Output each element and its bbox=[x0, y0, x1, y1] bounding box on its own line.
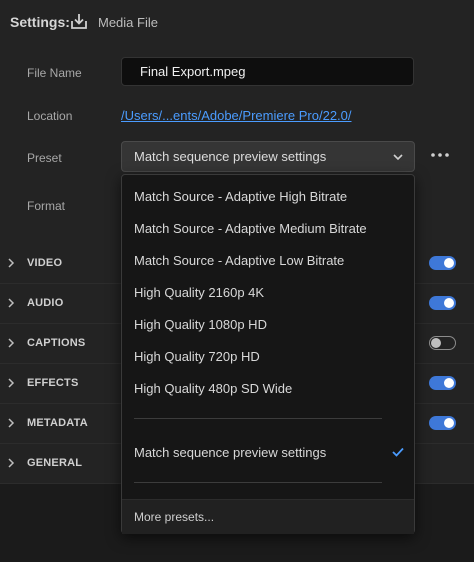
audio-toggle[interactable] bbox=[429, 296, 456, 310]
menu-item[interactable]: High Quality 480p SD Wide bbox=[134, 381, 292, 396]
menu-item[interactable]: Match Source - Adaptive High Bitrate bbox=[134, 189, 347, 204]
settings-label: Settings: bbox=[10, 14, 70, 30]
preset-dropdown-menu: Match Source - Adaptive High Bitrate Mat… bbox=[121, 174, 415, 534]
chevron-right-icon bbox=[8, 418, 15, 428]
checkmark-icon bbox=[392, 447, 404, 457]
menu-separator bbox=[134, 418, 382, 419]
file-name-field[interactable]: Final Export.mpeg bbox=[121, 57, 414, 86]
location-label: Location bbox=[27, 109, 73, 123]
effects-toggle[interactable] bbox=[429, 376, 456, 390]
section-label: VIDEO bbox=[27, 257, 63, 269]
chevron-right-icon bbox=[8, 458, 15, 468]
menu-item[interactable]: High Quality 720p HD bbox=[134, 349, 260, 364]
more-presets-row[interactable]: More presets... bbox=[122, 499, 414, 534]
metadata-toggle[interactable] bbox=[429, 416, 456, 430]
toggle-knob bbox=[444, 418, 454, 428]
captions-toggle[interactable] bbox=[429, 336, 456, 350]
toggle-knob bbox=[444, 298, 454, 308]
location-link[interactable]: /Users/...ents/Adobe/Premiere Pro/22.0/ bbox=[121, 108, 352, 123]
section-label: EFFECTS bbox=[27, 377, 79, 389]
preset-select-value: Match sequence preview settings bbox=[134, 149, 327, 164]
more-options-icon[interactable] bbox=[430, 148, 450, 162]
section-label: GENERAL bbox=[27, 457, 83, 469]
chevron-right-icon bbox=[8, 258, 15, 268]
toggle-knob bbox=[444, 258, 454, 268]
preset-select[interactable]: Match sequence preview settings bbox=[121, 141, 415, 172]
menu-item[interactable]: High Quality 1080p HD bbox=[134, 317, 267, 332]
video-toggle[interactable] bbox=[429, 256, 456, 270]
section-label: AUDIO bbox=[27, 297, 64, 309]
more-presets-link[interactable]: More presets... bbox=[134, 510, 214, 524]
menu-item-selected[interactable]: Match sequence preview settings bbox=[134, 445, 326, 460]
format-label: Format bbox=[27, 199, 66, 213]
menu-item[interactable]: Match Source - Adaptive Medium Bitrate bbox=[134, 221, 367, 236]
chevron-right-icon bbox=[8, 298, 15, 308]
chevron-right-icon bbox=[8, 378, 15, 388]
media-file-label[interactable]: Media File bbox=[98, 15, 158, 30]
menu-item[interactable]: High Quality 2160p 4K bbox=[134, 285, 264, 300]
section-label: CAPTIONS bbox=[27, 337, 86, 349]
menu-separator bbox=[134, 482, 382, 483]
chevron-down-icon bbox=[393, 154, 403, 161]
chevron-right-icon bbox=[8, 338, 15, 348]
file-name-label: File Name bbox=[27, 66, 82, 80]
preset-label: Preset bbox=[27, 151, 62, 165]
toggle-knob bbox=[444, 378, 454, 388]
toggle-knob bbox=[431, 338, 441, 348]
download-tray-icon[interactable] bbox=[70, 12, 88, 30]
menu-item[interactable]: Match Source - Adaptive Low Bitrate bbox=[134, 253, 344, 268]
section-label: METADATA bbox=[27, 417, 88, 429]
